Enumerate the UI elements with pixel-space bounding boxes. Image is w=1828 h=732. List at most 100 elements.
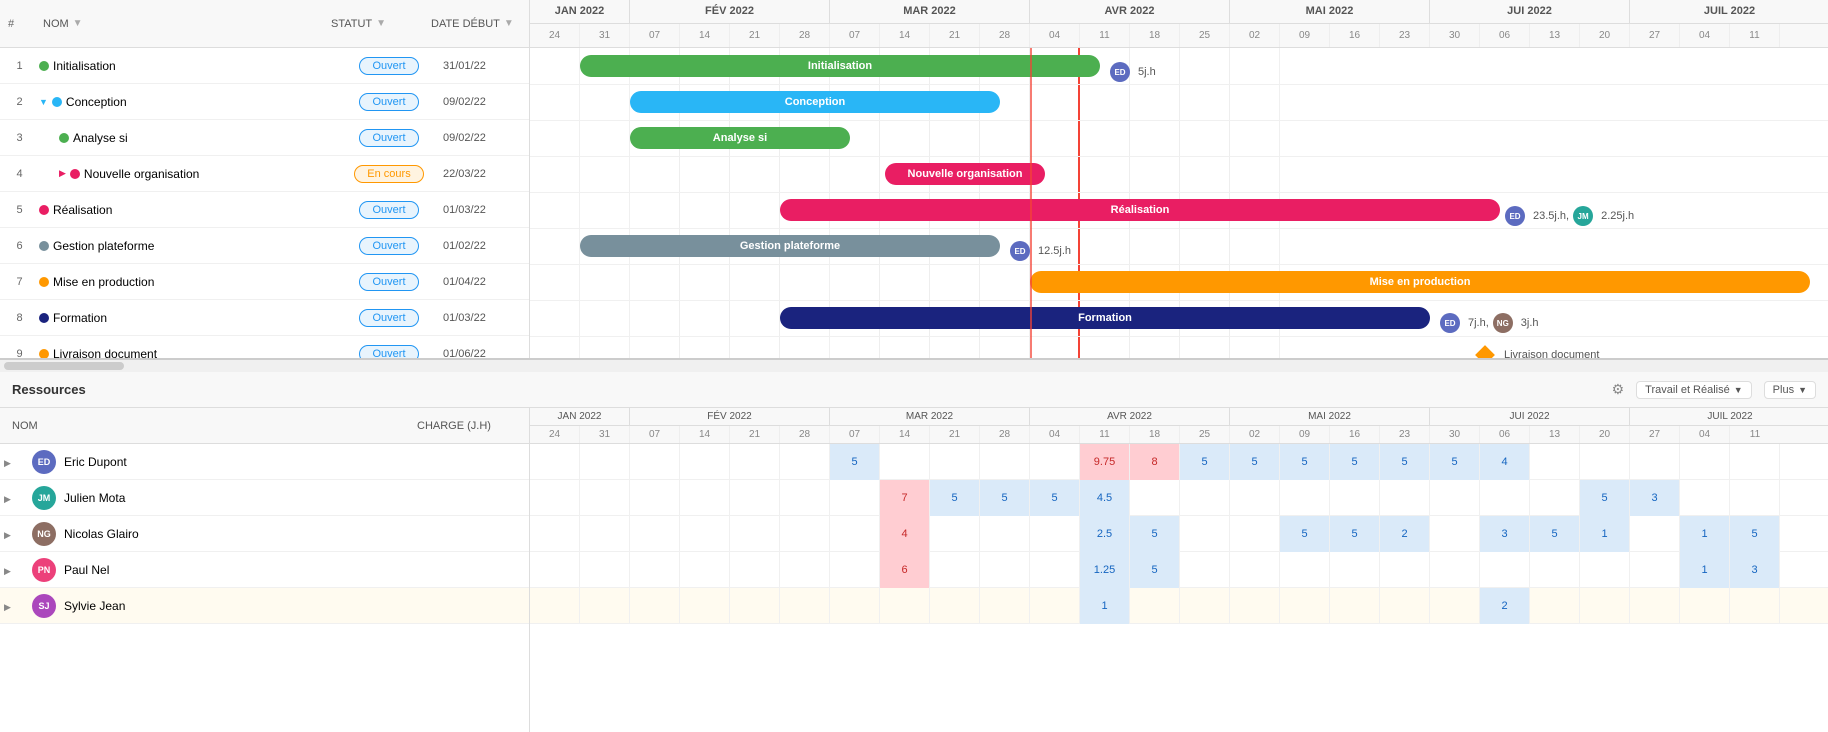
res-row-eric[interactable]: ▶ ED Eric Dupont (0, 444, 529, 480)
task-dot-5 (39, 205, 49, 215)
scrollbar-thumb[interactable] (4, 362, 124, 370)
task-num-1: 1 (0, 60, 35, 72)
gantt-timeline-header: JAN 2022 FÉV 2022 MAR 2022 AVR 2022 MAI … (530, 0, 1828, 47)
bar-formation[interactable]: Formation (780, 307, 1430, 329)
task-date-6: 01/02/22 (439, 240, 529, 252)
task-statut-5: Ouvert (339, 201, 439, 219)
paul-w1 (580, 552, 630, 588)
task-row-5[interactable]: 5 Réalisation Ouvert 01/03/22 (0, 192, 529, 228)
bar-realisation[interactable]: Réalisation (780, 199, 1500, 221)
julien-w23 (1680, 480, 1730, 516)
nicolas-w8 (930, 516, 980, 552)
bar-gestion-plateforme[interactable]: Gestion plateforme (580, 235, 1000, 257)
task-date-8: 01/03/22 (439, 312, 529, 324)
julien-w9: 5 (980, 480, 1030, 516)
nom-filter-icon[interactable]: ▼ (73, 18, 83, 29)
avatar-nicolas: NG (32, 522, 56, 546)
bar-mise-en-production[interactable]: Mise en production (1030, 271, 1810, 293)
date-filter-icon[interactable]: ▼ (504, 18, 514, 29)
julien-w15 (1280, 480, 1330, 516)
expand-paul[interactable]: ▶ (0, 563, 16, 577)
travail-filter-button[interactable]: Travail et Réalisé ▼ (1636, 381, 1752, 399)
task-num-7: 7 (0, 276, 35, 288)
bar-initialisation[interactable]: Initialisation (580, 55, 1100, 77)
app: # NOM ▼ STATUT ▼ DATE DÉBUT ▼ JAN 2022 F… (0, 0, 1828, 732)
task9-milestone: Livraison document (1478, 348, 1599, 358)
res-row-julien[interactable]: ▶ JM Julien Mota (0, 480, 529, 516)
bar-analyse-si[interactable]: Analyse si (630, 127, 850, 149)
res-week-13ju: 13 (1530, 426, 1580, 443)
task-row-9[interactable]: 9 Livraison document Ouvert 01/06/22 (0, 336, 529, 358)
expand-sylvie[interactable]: ▶ (0, 599, 16, 613)
sylvie-w16 (1330, 588, 1380, 624)
avatar-eric-t8: ED (1440, 313, 1460, 333)
paul-w19 (1480, 552, 1530, 588)
month-mar: MAR 2022 (830, 0, 1030, 23)
julien-w5 (780, 480, 830, 516)
week-28-mar: 28 (980, 24, 1030, 47)
res-week-28f: 28 (780, 426, 830, 443)
nicolas-w13 (1180, 516, 1230, 552)
task-row-4[interactable]: 4 ▶ Nouvelle organisation En cours 22/03… (0, 156, 529, 192)
resource-body: ▶ ED Eric Dupont ▶ JM Julien Mota (0, 444, 1828, 732)
task-row-1[interactable]: 1 Initialisation Ouvert 31/01/22 (0, 48, 529, 84)
task-num-4: 4 (0, 168, 35, 180)
horizontal-scrollbar[interactable] (0, 360, 1828, 372)
nicolas-w12: 5 (1130, 516, 1180, 552)
statut-filter-icon[interactable]: ▼ (376, 18, 386, 29)
expand-julien[interactable]: ▶ (0, 491, 16, 505)
timeline-weeks: 24 31 07 14 21 28 07 14 21 28 04 11 18 2… (530, 24, 1828, 47)
res-week-07f: 07 (630, 426, 680, 443)
task-num-2: 2 (0, 96, 35, 108)
avatar-nicolas-t8: NG (1493, 313, 1513, 333)
week-25-avr: 25 (1180, 24, 1230, 47)
res-month-avr: AVR 2022 (1030, 408, 1230, 425)
eric-w24 (1730, 444, 1780, 480)
eric-w16: 5 (1330, 444, 1380, 480)
avatar-paul: PN (32, 558, 56, 582)
paul-w9 (980, 552, 1030, 588)
gantt-header: # NOM ▼ STATUT ▼ DATE DÉBUT ▼ JAN 2022 F… (0, 0, 1828, 48)
expand-icon-4[interactable]: ▶ (59, 168, 66, 179)
week-20-jui: 20 (1580, 24, 1630, 47)
expand-icon-2[interactable]: ▼ (39, 97, 48, 107)
task-statut-6: Ouvert (339, 237, 439, 255)
res-week-14f: 14 (680, 426, 730, 443)
plus-button[interactable]: Plus ▼ (1764, 381, 1816, 399)
task-row-6[interactable]: 6 Gestion plateforme Ouvert 01/02/22 (0, 228, 529, 264)
eric-w18: 5 (1430, 444, 1480, 480)
bar-conception[interactable]: Conception (630, 91, 1000, 113)
task-row-3[interactable]: 3 Analyse si Ouvert 09/02/22 (0, 120, 529, 156)
res-row-paul[interactable]: ▶ PN Paul Nel (0, 552, 529, 588)
task-dot-9 (39, 349, 49, 359)
res-month-mai: MAI 2022 (1230, 408, 1430, 425)
task-num-6: 6 (0, 240, 35, 252)
eric-w21 (1580, 444, 1630, 480)
task-nom-4: ▶ Nouvelle organisation (35, 167, 339, 181)
task-row-7[interactable]: 7 Mise en production Ouvert 01/04/22 (0, 264, 529, 300)
task-row-2[interactable]: 2 ▼ Conception Ouvert 09/02/22 (0, 84, 529, 120)
expand-nicolas[interactable]: ▶ (0, 527, 16, 541)
sylvie-w10 (1030, 588, 1080, 624)
nicolas-w22 (1630, 516, 1680, 552)
bar-nouvelle-org[interactable]: Nouvelle organisation (885, 163, 1045, 185)
julien-w24 (1730, 480, 1780, 516)
avatar-julien: JM (32, 486, 56, 510)
expand-eric[interactable]: ▶ (0, 455, 16, 469)
week-07-mar: 07 (830, 24, 880, 47)
julien-w6 (830, 480, 880, 516)
task-statut-9: Ouvert (339, 345, 439, 359)
res-week-11a: 11 (1080, 426, 1130, 443)
res-row-nicolas[interactable]: ▶ NG Nicolas Glairo (0, 516, 529, 552)
resource-cols-header: NOM CHARGE (J.H) JAN 2022 FÉV 2022 MAR 2… (0, 408, 1828, 444)
res-week-02ma: 02 (1230, 426, 1280, 443)
res-row-sylvie[interactable]: ▶ SJ Sylvie Jean (0, 588, 529, 624)
paul-w5 (780, 552, 830, 588)
task-row-8[interactable]: 8 Formation Ouvert 01/03/22 (0, 300, 529, 336)
task-nom-6: Gestion plateforme (35, 239, 339, 253)
paul-w18 (1430, 552, 1480, 588)
week-21-feb: 21 (730, 24, 780, 47)
julien-w16 (1330, 480, 1380, 516)
nicolas-w17: 2 (1380, 516, 1430, 552)
sylvie-w20 (1530, 588, 1580, 624)
